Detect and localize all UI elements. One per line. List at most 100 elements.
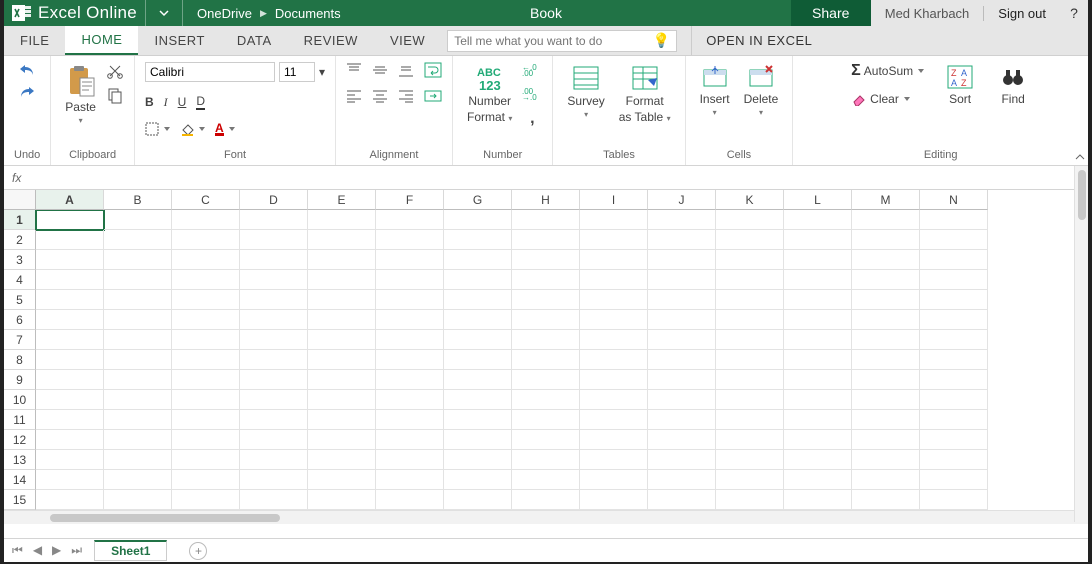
comma-style-button[interactable]: , [530, 110, 534, 128]
decrease-decimal-button[interactable]: .00→.0 [522, 86, 542, 100]
cell[interactable] [852, 370, 920, 390]
spreadsheet-grid[interactable]: ABCDEFGHIJKLMN 123456789101112131415 [4, 190, 1088, 538]
cell[interactable] [580, 350, 648, 370]
cell[interactable] [308, 430, 376, 450]
cell[interactable] [512, 470, 580, 490]
row-header[interactable]: 7 [4, 330, 36, 350]
redo-button[interactable] [17, 84, 37, 100]
cell[interactable] [852, 270, 920, 290]
cell[interactable] [784, 270, 852, 290]
sign-out-link[interactable]: Sign out [983, 6, 1046, 21]
cell[interactable] [784, 430, 852, 450]
cell[interactable] [716, 430, 784, 450]
font-size-select[interactable] [279, 62, 315, 82]
cell[interactable] [172, 270, 240, 290]
cell[interactable] [852, 390, 920, 410]
align-bottom-button[interactable] [398, 63, 414, 77]
cell[interactable] [648, 270, 716, 290]
cell[interactable] [784, 370, 852, 390]
cell[interactable] [104, 350, 172, 370]
vertical-scrollbar[interactable] [1074, 166, 1088, 522]
cell[interactable] [104, 490, 172, 510]
cell[interactable] [512, 210, 580, 230]
cell[interactable] [920, 290, 988, 310]
cell[interactable] [580, 430, 648, 450]
cell[interactable] [648, 290, 716, 310]
insert-cells-button[interactable]: Insert ▾ [696, 62, 734, 119]
cell[interactable] [172, 350, 240, 370]
align-middle-button[interactable] [372, 63, 388, 77]
cell[interactable] [240, 330, 308, 350]
survey-button[interactable]: Survey ▾ [563, 62, 608, 121]
cell[interactable] [920, 330, 988, 350]
horizontal-scrollbar[interactable] [4, 510, 1088, 524]
add-sheet-button[interactable]: + [189, 542, 207, 560]
sheet-last-button[interactable]: ⏭ [71, 543, 82, 558]
column-header[interactable]: L [784, 190, 852, 210]
open-in-excel-button[interactable]: OPEN IN EXCEL [691, 26, 826, 55]
cell[interactable] [716, 290, 784, 310]
cell[interactable] [580, 470, 648, 490]
cell[interactable] [444, 430, 512, 450]
cell[interactable] [920, 270, 988, 290]
align-right-button[interactable] [398, 89, 414, 103]
cell[interactable] [240, 410, 308, 430]
cell[interactable] [36, 230, 104, 250]
row-header[interactable]: 14 [4, 470, 36, 490]
cell[interactable] [852, 350, 920, 370]
cell[interactable] [580, 370, 648, 390]
breadcrumb-folder[interactable]: Documents [275, 6, 341, 21]
cell[interactable] [240, 490, 308, 510]
vscroll-thumb[interactable] [1078, 170, 1086, 220]
cell[interactable] [36, 450, 104, 470]
cell[interactable] [308, 270, 376, 290]
cell[interactable] [920, 250, 988, 270]
cell[interactable] [376, 210, 444, 230]
cell[interactable] [104, 330, 172, 350]
row-header[interactable]: 1 [4, 210, 36, 230]
cell[interactable] [104, 230, 172, 250]
cell[interactable] [444, 470, 512, 490]
row-header[interactable]: 13 [4, 450, 36, 470]
cell[interactable] [308, 410, 376, 430]
cell[interactable] [512, 390, 580, 410]
cell[interactable] [716, 410, 784, 430]
cell[interactable] [512, 310, 580, 330]
format-as-table-button[interactable]: Format as Table ▾ [615, 62, 675, 126]
align-center-button[interactable] [372, 89, 388, 103]
user-name[interactable]: Med Kharbach [885, 6, 970, 21]
row-header[interactable]: 5 [4, 290, 36, 310]
cell[interactable] [444, 410, 512, 430]
cell[interactable] [308, 250, 376, 270]
row-header[interactable]: 10 [4, 390, 36, 410]
cell[interactable] [716, 350, 784, 370]
cell[interactable] [920, 470, 988, 490]
app-menu-dropdown[interactable] [145, 0, 183, 26]
cell[interactable] [512, 430, 580, 450]
share-button[interactable]: Share [791, 0, 871, 26]
cell[interactable] [852, 430, 920, 450]
cell[interactable] [376, 230, 444, 250]
cell[interactable] [104, 270, 172, 290]
tab-review[interactable]: REVIEW [288, 26, 374, 55]
cell[interactable] [172, 430, 240, 450]
cell[interactable] [716, 390, 784, 410]
cell[interactable] [648, 370, 716, 390]
undo-button[interactable] [17, 62, 37, 78]
cell[interactable] [648, 310, 716, 330]
row-header[interactable]: 6 [4, 310, 36, 330]
cell[interactable] [172, 290, 240, 310]
cell[interactable] [852, 230, 920, 250]
cell[interactable] [920, 310, 988, 330]
cell[interactable] [920, 410, 988, 430]
cell[interactable] [784, 390, 852, 410]
cell[interactable] [648, 430, 716, 450]
cell[interactable] [36, 310, 104, 330]
cell[interactable] [784, 450, 852, 470]
bold-button[interactable]: B [145, 95, 154, 109]
cell[interactable] [716, 310, 784, 330]
cell[interactable] [104, 250, 172, 270]
cell[interactable] [512, 250, 580, 270]
column-header[interactable]: M [852, 190, 920, 210]
cell[interactable] [376, 370, 444, 390]
